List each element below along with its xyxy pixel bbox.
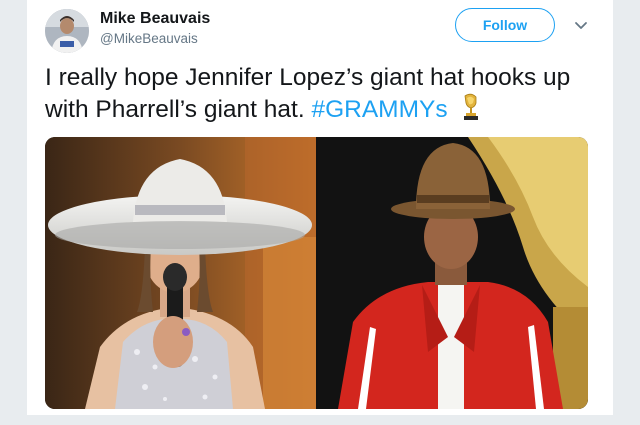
- tweet-media[interactable]: [45, 137, 588, 409]
- chevron-down-icon[interactable]: [571, 16, 591, 36]
- hashtag-link[interactable]: #GRAMMYs: [311, 96, 447, 123]
- avatar[interactable]: [45, 9, 89, 53]
- photo-jennifer-lopez[interactable]: [45, 137, 316, 409]
- tweet-body: I really hope Jennifer Lopez’s giant hat…: [45, 64, 571, 123]
- author-name[interactable]: Mike Beauvais: [100, 10, 210, 28]
- author-handle[interactable]: @MikeBeauvais: [100, 31, 198, 46]
- trophy-icon: [458, 93, 484, 129]
- tweet-card: Mike Beauvais @MikeBeauvais Follow I rea…: [27, 0, 613, 415]
- tweet-text: I really hope Jennifer Lopez’s giant hat…: [45, 62, 605, 129]
- photo-pharrell[interactable]: [318, 137, 588, 409]
- follow-button[interactable]: Follow: [455, 8, 555, 42]
